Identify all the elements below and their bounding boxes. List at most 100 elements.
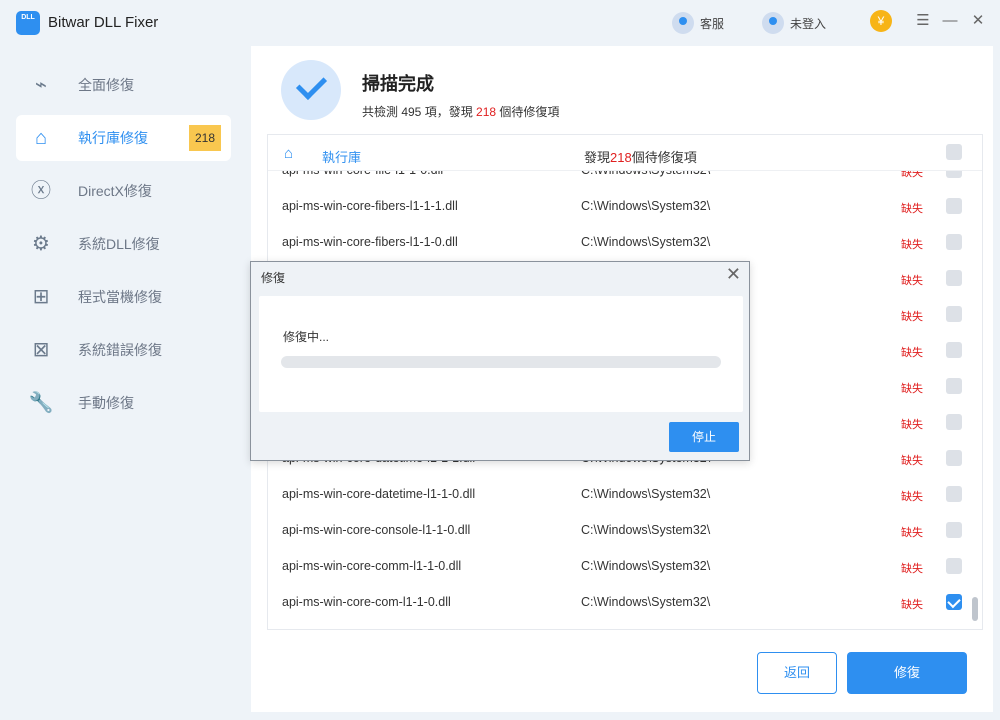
wrench-icon: 🔧 [28,392,54,414]
status-label: 缺失 [901,599,923,611]
user-icon [762,12,784,34]
status-label: 缺失 [901,491,923,503]
table-row[interactable]: api-ms-win-core-com-l1-1-0.dll C:\Windows… [268,585,982,621]
sidebar-item-label: 全面修復 [78,77,134,93]
dll-path: C:\Windows\System32\ [581,235,711,249]
table-row[interactable]: api-ms-win-core-datetime-l1-1-0.dll C:\Wi… [268,477,982,513]
scrollbar-thumb[interactable] [972,597,978,621]
sidebar-item-label: 系統錯誤修復 [78,342,162,358]
gear-icon: ⚙ [32,233,50,255]
monitor-error-icon: ⊠ [32,339,50,361]
library-icon: ⌂ [284,145,294,162]
table-header: ⌂ 執行庫 發現218個待修復項 [268,135,982,171]
close-icon[interactable]: ✕ [726,264,741,285]
support-button[interactable]: 客服 [672,12,724,34]
back-button[interactable]: 返回 [757,652,837,694]
sidebar-item-crash-repair[interactable]: ⊞ 程式當機修復 [16,274,231,320]
sidebar-item-system-dll[interactable]: ⚙ 系統DLL修復 [16,221,231,267]
activity-icon: ⌁ [34,74,48,96]
dll-name: api-ms-win-core-console-l1-1-0.dll [282,523,471,537]
grid-icon: ⊞ [32,286,50,308]
login-button[interactable]: 未登入 [762,12,826,34]
sidebar-item-manual-repair[interactable]: 🔧 手動修復 [16,380,231,426]
row-checkbox[interactable] [946,450,962,466]
scan-summary: 共檢測 495 項，發現 218 個待修復項 [362,103,559,120]
found-suffix: 個待修復項 [631,150,697,165]
sidebar: ⌁ 全面修復 ⌂ 執行庫修復 218 ⓧ DirectX修復 ⚙ 系統DLL修復… [0,46,250,720]
dll-name: api-ms-win-core-fibers-l1-1-1.dll [282,199,458,213]
status-label: 缺失 [901,275,923,287]
row-checkbox[interactable] [946,342,962,358]
row-checkbox[interactable] [946,522,962,538]
sidebar-item-system-error[interactable]: ⊠ 系統錯誤修復 [16,327,231,373]
scan-title: 掃描完成 [362,74,434,94]
minimize-icon[interactable]: — [942,13,958,29]
summary-count: 218 [476,105,497,119]
summary-prefix: 共檢測 495 項，發現 [362,105,477,119]
status-label: 缺失 [901,311,923,323]
select-all-checkbox[interactable] [946,144,962,160]
dll-path: C:\Windows\System32\ [581,559,711,573]
found-prefix: 發現 [584,150,611,165]
dll-path: C:\Windows\System32\ [581,595,711,609]
row-checkbox[interactable] [946,594,962,610]
row-checkbox[interactable] [946,306,962,322]
sidebar-item-label: 執行庫修復 [78,130,148,146]
status-label: 缺失 [901,419,923,431]
table-row[interactable]: api-ms-win-core-console-l1-1-0.dll C:\Win… [268,513,982,549]
row-checkbox[interactable] [946,270,962,286]
status-label: 缺失 [901,527,923,539]
headset-icon [672,12,694,34]
dll-name: api-ms-win-core-datetime-l1-1-0.dll [282,487,476,501]
status-label: 缺失 [901,563,923,575]
dll-path: C:\Windows\System32\ [581,199,711,213]
status-label: 缺失 [901,383,923,395]
sidebar-item-full-repair[interactable]: ⌁ 全面修復 [16,62,231,108]
sidebar-item-label: 程式當機修復 [78,289,162,305]
sidebar-item-runtime-library[interactable]: ⌂ 執行庫修復 218 [16,115,231,161]
dll-name: api-ms-win-core-comm-l1-1-0.dll [282,559,462,573]
stop-button[interactable]: 停止 [669,422,739,452]
repair-button[interactable]: 修復 [847,652,967,694]
status-label: 缺失 [901,455,923,467]
repair-dialog: 修復 ✕ 修復中... 停止 [250,261,750,461]
row-checkbox[interactable] [946,234,962,250]
support-label: 客服 [700,16,725,31]
cart-icon[interactable]: ¥ [870,10,892,32]
menu-icon[interactable]: ☰ [915,13,931,29]
table-row[interactable]: api-ms-win-core-fibers-l1-1-1.dll C:\Wind… [268,189,982,225]
row-checkbox[interactable] [946,486,962,502]
x-circle-icon: ⓧ [31,180,51,202]
status-label: 缺失 [901,347,923,359]
dll-name: api-ms-win-core-com-l1-1-0.dll [282,595,451,609]
found-count: 218 [610,150,632,165]
status-label: 缺失 [901,239,923,251]
row-checkbox[interactable] [946,414,962,430]
row-checkbox[interactable] [946,378,962,394]
dll-path: C:\Windows\System32\ [581,487,711,501]
summary-suffix: 個待修復項 [496,105,560,119]
row-checkbox[interactable] [946,558,962,574]
title-bar: DLL Bitwar DLL Fixer 客服 未登入 ¥ ☰ — ✕ [0,0,1000,46]
table-row[interactable]: api-ms-win-core-comm-l1-1-0.dll C:\Window… [268,549,982,585]
dll-name: api-ms-win-core-fibers-l1-1-0.dll [282,235,458,249]
sidebar-item-label: DirectX修復 [78,183,152,199]
row-checkbox[interactable] [946,198,962,214]
progress-bar [281,356,721,368]
dialog-title: 修復 [261,271,286,285]
table-row[interactable]: api-ms-win-core-fibers-l1-1-0.dll C:\Wind… [268,225,982,261]
close-icon[interactable]: ✕ [970,13,986,29]
status-label: 缺失 [901,203,923,215]
library-icon: ⌂ [34,127,48,149]
sidebar-item-directx[interactable]: ⓧ DirectX修復 [16,168,231,214]
count-badge: 218 [189,125,221,151]
sidebar-item-label: 手動修復 [78,395,134,411]
app-title: Bitwar DLL Fixer [48,14,159,31]
sidebar-item-label: 系統DLL修復 [78,236,160,252]
header-found: 發現218個待修復項 [584,147,697,166]
checkmark-icon [281,60,341,120]
dll-path: C:\Windows\System32\ [581,523,711,537]
login-label: 未登入 [790,16,827,31]
dialog-body: 修復中... [259,296,743,412]
app-logo: DLL [16,11,40,35]
